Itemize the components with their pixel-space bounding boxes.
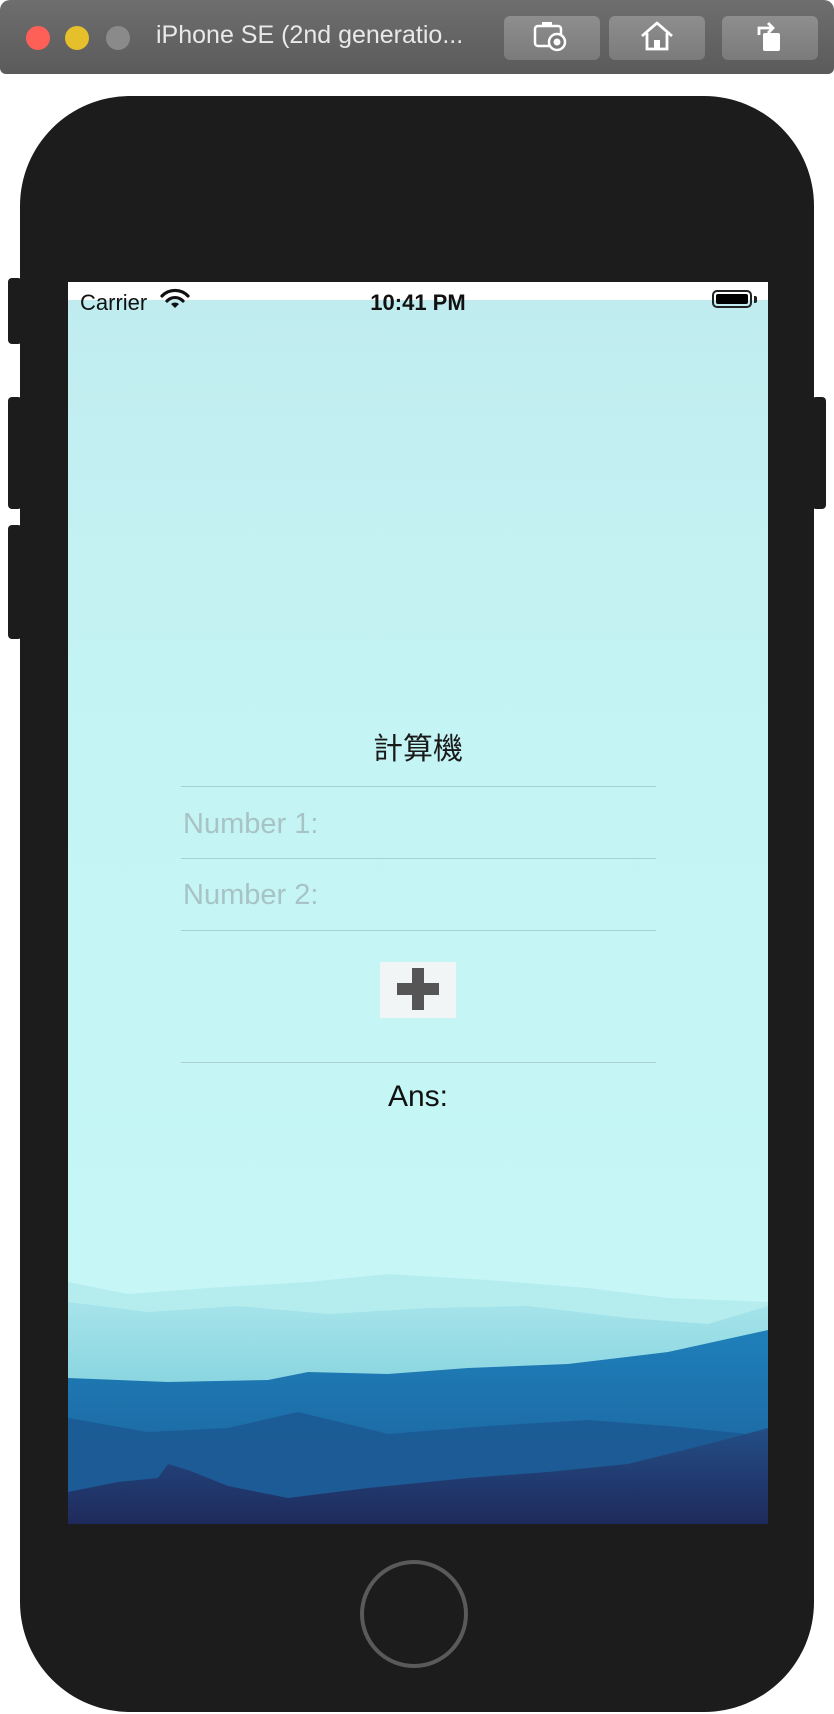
close-window-button[interactable] bbox=[26, 26, 50, 50]
power-button[interactable] bbox=[812, 397, 826, 509]
divider-middle bbox=[181, 858, 656, 859]
camera-icon bbox=[533, 20, 571, 57]
status-time: 10:41 PM bbox=[370, 290, 466, 315]
rotate-icon bbox=[753, 19, 787, 58]
divider-answer bbox=[181, 1062, 656, 1063]
number1-input[interactable] bbox=[181, 789, 656, 859]
add-button[interactable] bbox=[380, 962, 456, 1018]
minimize-window-button[interactable] bbox=[65, 26, 89, 50]
plus-icon bbox=[393, 966, 443, 1015]
mountain-background bbox=[68, 1274, 768, 1524]
number2-input[interactable] bbox=[181, 860, 656, 930]
screenshot-button[interactable] bbox=[504, 16, 600, 60]
rotate-button[interactable] bbox=[722, 16, 818, 60]
divider-top bbox=[181, 786, 656, 787]
zoom-window-button[interactable] bbox=[106, 26, 130, 50]
simulator-titlebar: iPhone SE (2nd generatio... bbox=[0, 0, 834, 74]
battery-icon bbox=[712, 290, 752, 308]
answer-label: Ans: bbox=[387, 1080, 449, 1113]
divider-bottom bbox=[181, 930, 656, 931]
battery-fill bbox=[716, 294, 748, 304]
battery-tip bbox=[754, 296, 757, 303]
home-icon bbox=[639, 20, 675, 57]
home-button[interactable] bbox=[360, 1560, 468, 1668]
home-button-toolbar[interactable] bbox=[609, 16, 705, 60]
calculator-title: 計算機 bbox=[373, 732, 463, 767]
window-title: iPhone SE (2nd generatio... bbox=[156, 21, 464, 49]
app-screen: Carrier 10:41 PM 計算機 Ans: bbox=[68, 282, 768, 1524]
